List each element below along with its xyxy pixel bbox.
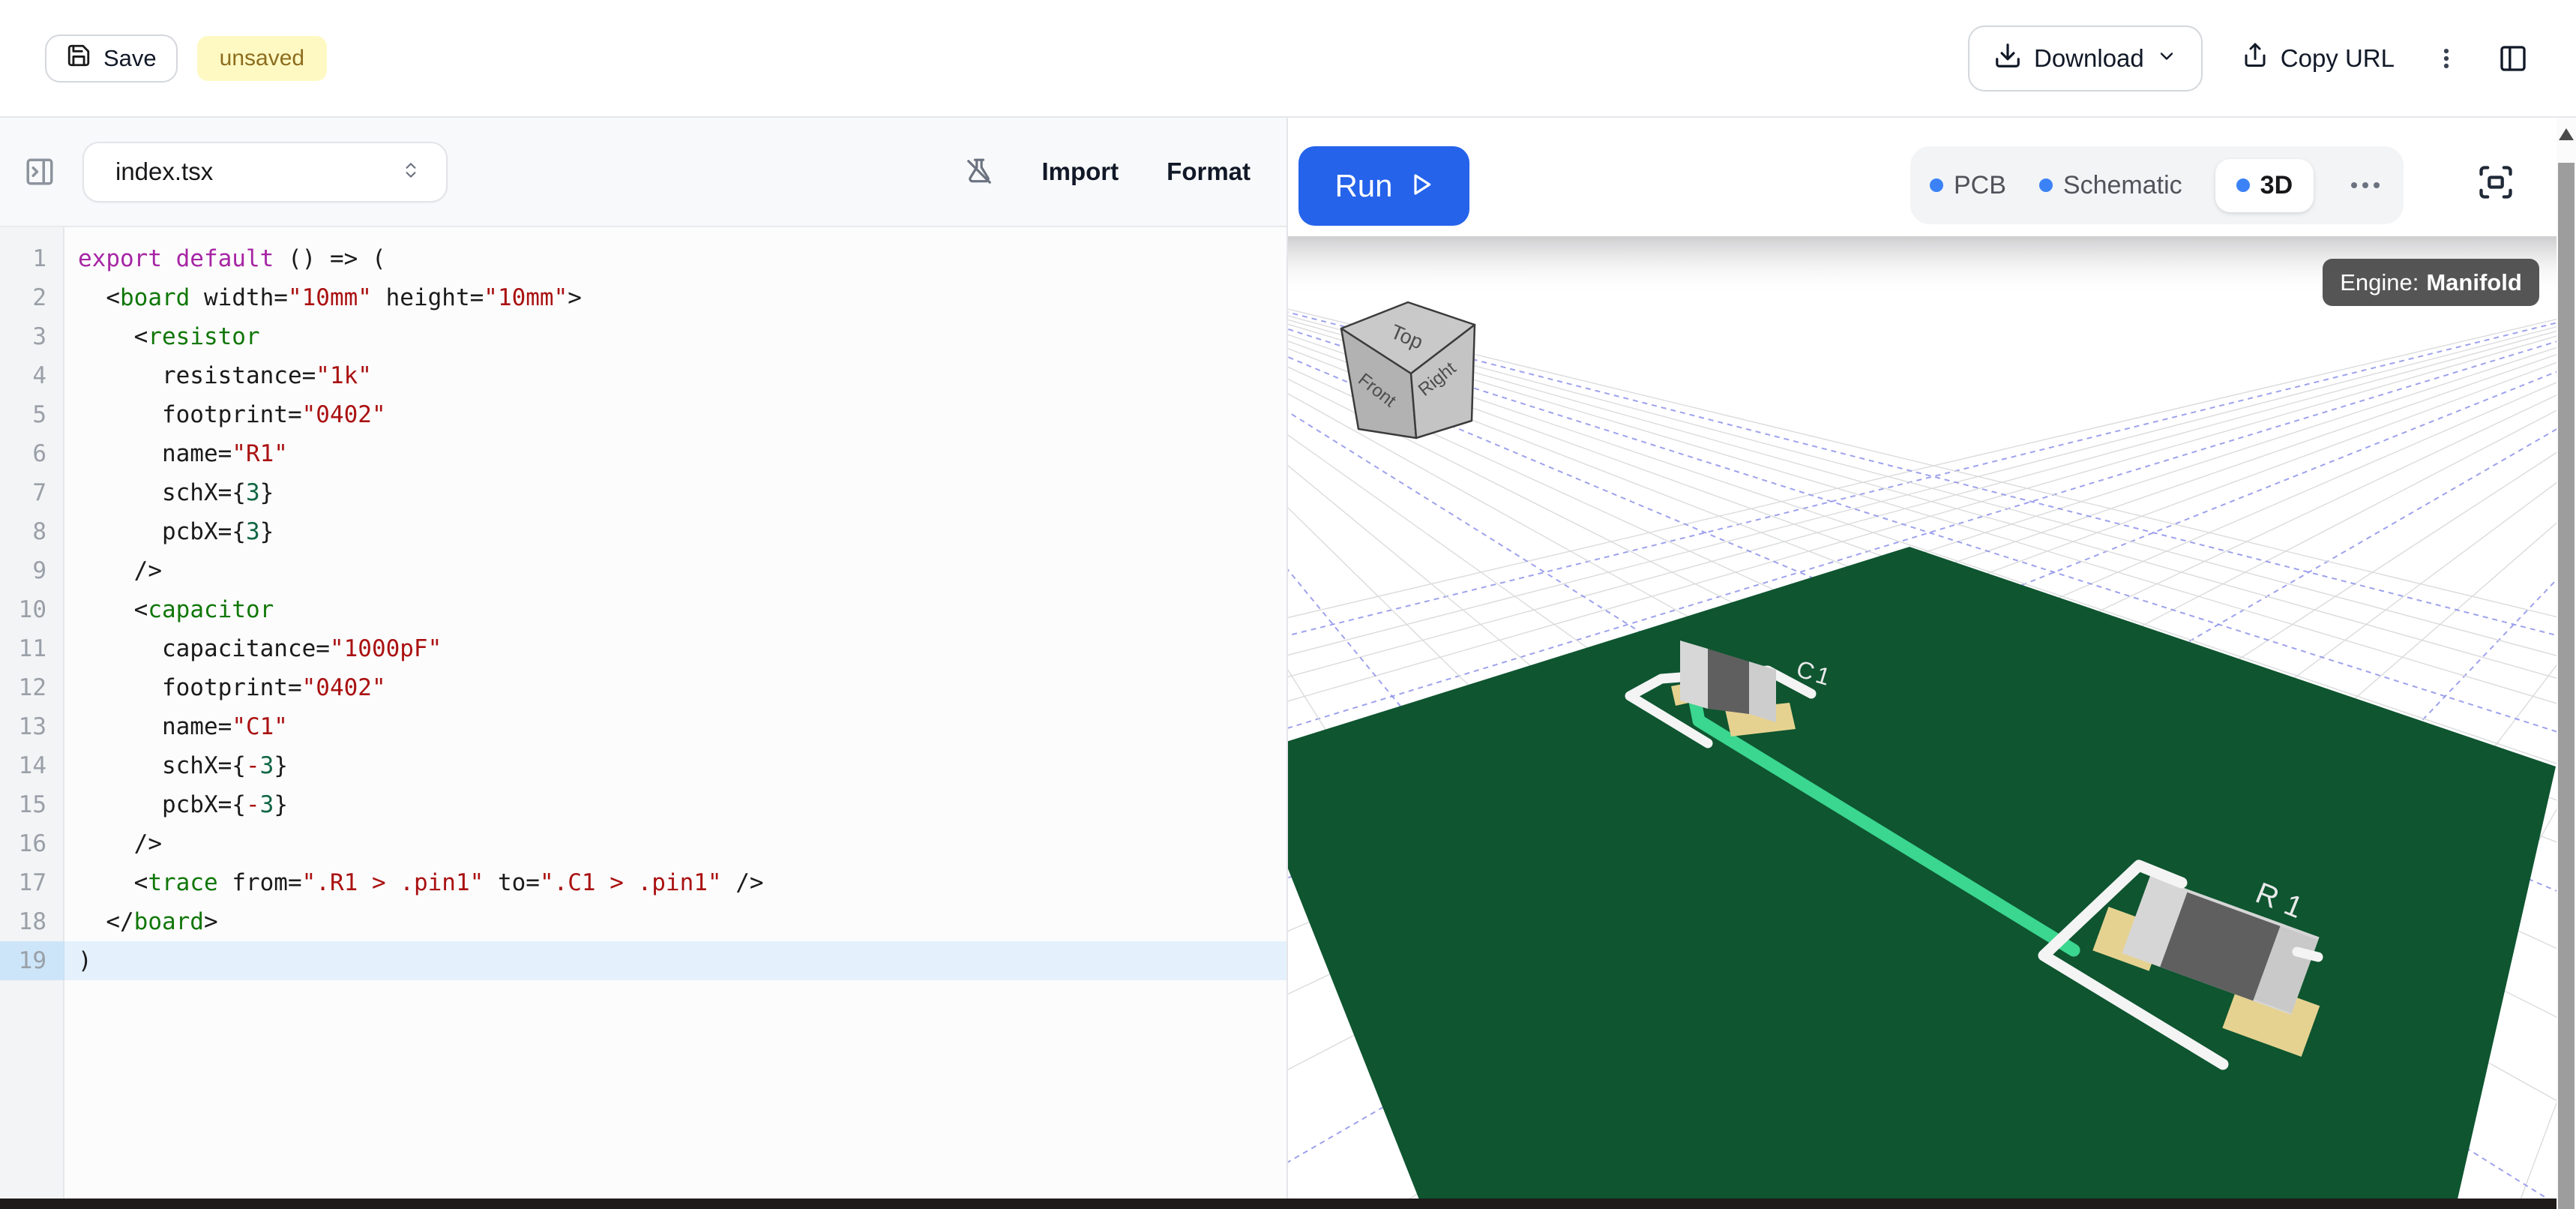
engine-status-badge: Engine: Manifold <box>2323 259 2539 306</box>
pcb-board[interactable] <box>1288 547 2556 1198</box>
save-button-label: Save <box>103 45 157 72</box>
download-button-label: Download <box>2034 44 2144 73</box>
play-icon <box>1409 168 1433 204</box>
tab-pcb[interactable]: PCB <box>1930 171 2006 200</box>
download-button[interactable]: Download <box>1968 26 2203 92</box>
viewer-panel: C1 R1 Top Front Right <box>1288 118 2576 1198</box>
view-tabs: PCB Schematic 3D <box>1910 146 2404 224</box>
3d-dot-icon <box>2236 178 2250 192</box>
r1-silkscreen-nub <box>2297 952 2318 957</box>
editor-header: index.tsx Import Format <box>0 118 1287 227</box>
fullscreen-icon[interactable] <box>2476 163 2515 204</box>
code-editor-panel: index.tsx Import Format 1export default … <box>0 118 1287 1198</box>
copy-url-button[interactable]: Copy URL <box>2242 42 2395 75</box>
file-name: index.tsx <box>115 158 213 186</box>
import-button[interactable]: Import <box>1041 158 1119 186</box>
share-icon <box>2242 42 2269 75</box>
bottom-dock-strip <box>0 1198 2557 1209</box>
save-icon <box>66 43 91 74</box>
window-scrollbar[interactable] <box>2557 118 2576 1209</box>
file-selector[interactable]: index.tsx <box>82 142 448 202</box>
kebab-menu-icon[interactable] <box>2434 46 2459 71</box>
panel-layout-toggle-icon[interactable] <box>2498 44 2528 74</box>
tab-3d-label: 3D <box>2260 171 2293 200</box>
code-lines[interactable]: 1export default () => (2 <board width="1… <box>0 227 1287 980</box>
format-button[interactable]: Format <box>1167 158 1251 186</box>
tab-schematic-label: Schematic <box>2063 171 2182 200</box>
download-icon <box>1993 41 2022 76</box>
copy-url-label: Copy URL <box>2281 44 2395 73</box>
sidebar-open-icon[interactable] <box>24 156 55 188</box>
pcb-dot-icon <box>1930 178 1943 192</box>
save-button[interactable]: Save <box>45 34 178 82</box>
unsaved-status-badge: unsaved <box>197 36 327 81</box>
run-button-label: Run <box>1334 168 1392 204</box>
code-area[interactable]: 1export default () => (2 <board width="1… <box>0 227 1287 1198</box>
tab-pcb-label: PCB <box>1954 171 2006 200</box>
engine-label: Engine: <box>2340 269 2419 296</box>
tabs-overflow-icon[interactable] <box>2347 182 2384 188</box>
flask-off-icon[interactable] <box>965 158 993 186</box>
chevron-down-icon <box>2156 44 2177 73</box>
tab-3d[interactable]: 3D <box>2215 159 2314 212</box>
top-bar: Save unsaved Download Copy URL <box>0 0 2576 118</box>
engine-value: Manifold <box>2426 269 2521 296</box>
run-button[interactable]: Run <box>1298 146 1469 226</box>
chevrons-up-down-icon <box>401 158 421 186</box>
schematic-dot-icon <box>2039 178 2053 192</box>
scrollbar-thumb[interactable] <box>2558 163 2575 1209</box>
tab-schematic[interactable]: Schematic <box>2039 171 2182 200</box>
scrollbar-up-arrow-icon[interactable] <box>2559 128 2574 140</box>
